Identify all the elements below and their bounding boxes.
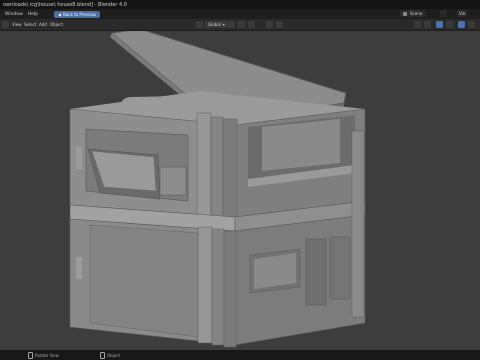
- visibility-icon[interactable]: [414, 21, 421, 28]
- transform-orientation-dropdown[interactable]: Global ▾: [205, 21, 228, 28]
- status-bar: Rotate View Object: [0, 350, 480, 360]
- scene-label: Scene: [410, 11, 423, 16]
- back-arrow-icon: ◀: [58, 11, 62, 17]
- view-layer-label: Vie: [459, 11, 466, 16]
- menu-window[interactable]: Window: [5, 12, 23, 17]
- status-object: Object: [100, 351, 121, 359]
- overlays-icon[interactable]: [436, 21, 443, 28]
- menu-view[interactable]: View: [12, 21, 22, 28]
- title-bar: ownloads\ icg\house\ house8.blend] - Ble…: [0, 0, 480, 9]
- 3d-viewport[interactable]: [0, 28, 480, 350]
- back-to-previous-label: Back to Previous: [63, 11, 97, 17]
- status-rotate: Rotate View: [28, 351, 59, 359]
- view-layer-selector[interactable]: Vie: [457, 10, 468, 17]
- pivot-point-icon[interactable]: [228, 21, 235, 28]
- scene-selector[interactable]: Scene: [400, 10, 427, 17]
- menu-help[interactable]: Help: [28, 12, 38, 17]
- house-model: [0, 28, 480, 350]
- falloff-icon[interactable]: [276, 21, 283, 28]
- proportional-editing-icon[interactable]: [266, 21, 273, 28]
- snap-icon[interactable]: [238, 21, 245, 28]
- xray-icon[interactable]: [446, 21, 453, 28]
- gizmo-icon[interactable]: [424, 21, 431, 28]
- menu-select[interactable]: Select: [24, 21, 36, 28]
- scene-icon: [403, 11, 407, 16]
- copy-scene-icon[interactable]: [440, 10, 447, 17]
- editor-type-icon[interactable]: [2, 21, 9, 28]
- mouse-middle-icon: [28, 351, 33, 359]
- snap-target-icon[interactable]: [248, 21, 255, 28]
- back-to-previous-button[interactable]: ◀ Back to Previous: [54, 10, 101, 18]
- transform-orientation-icon: [196, 21, 203, 28]
- material-shading-icon[interactable]: [468, 21, 475, 28]
- menu-add[interactable]: Add: [39, 21, 47, 28]
- rotate-view-label: Rotate View: [35, 352, 59, 358]
- menu-object[interactable]: Object: [50, 21, 63, 28]
- mouse-right-icon: [100, 351, 105, 359]
- transform-orientation-label: Global: [208, 22, 221, 27]
- chevron-down-icon: ▾: [222, 22, 225, 27]
- object-label: Object: [107, 352, 121, 358]
- viewport-header: View Select Add Object Global ▾: [0, 19, 480, 31]
- window-title: ownloads\ icg\house\ house8.blend] - Ble…: [3, 1, 127, 8]
- solid-shading-icon[interactable]: [458, 21, 465, 28]
